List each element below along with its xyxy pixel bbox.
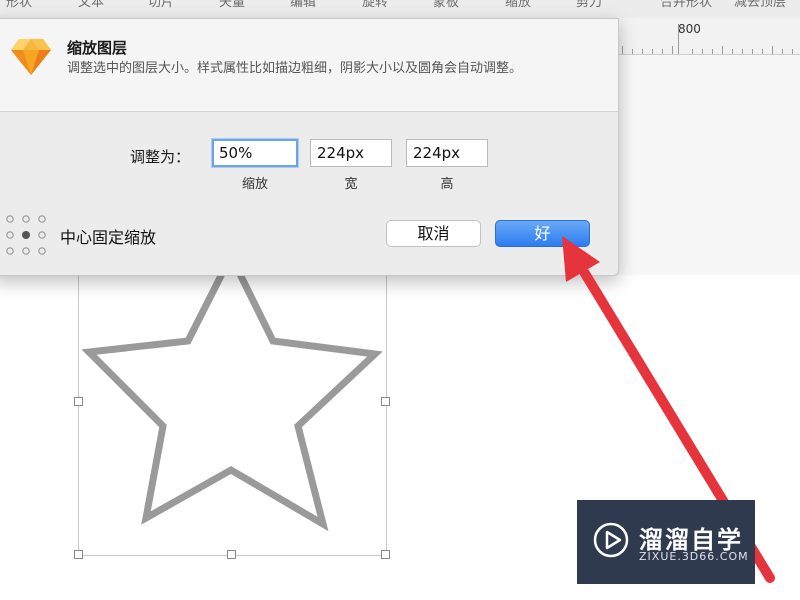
scale-input[interactable]: 50% (212, 139, 298, 167)
height-input[interactable]: 224px (406, 139, 488, 167)
resize-handle-bottom[interactable] (227, 550, 236, 559)
toolbar-item-rotate[interactable]: 旋转 (362, 0, 388, 10)
scale-caption: 缩放 (241, 177, 268, 192)
ok-button[interactable]: 好 (495, 220, 590, 247)
top-toolbar: 形状 文本 切片 矢量 编辑 旋转 蒙板 缩放 剪刀 合并形状 减去顶层 (0, 0, 800, 19)
resize-handle-bottom-left[interactable] (74, 550, 83, 559)
horizontal-ruler (617, 18, 800, 55)
toolbar-item-vector[interactable]: 矢量 (219, 0, 245, 10)
toolbar-item-scale[interactable]: 缩放 (505, 0, 531, 10)
watermark-subtitle: ZIXUE.3D66.COM (639, 550, 749, 563)
width-input[interactable]: 224px (310, 139, 392, 167)
toolbar-item-edit[interactable]: 编辑 (290, 0, 316, 10)
toolbar-item-scissors[interactable]: 剪刀 (576, 0, 602, 10)
watermark: 溜溜自学 ZIXUE.3D66.COM (577, 500, 755, 584)
resize-handle-bottom-right[interactable] (381, 550, 390, 559)
cancel-button[interactable]: 取消 (386, 220, 481, 247)
ruler-label: 800 (678, 22, 701, 36)
toolbar-item-subtract[interactable]: 减去顶层 (734, 0, 786, 10)
scale-layer-dialog: 缩放图层 调整选中的图层大小。样式属性比如描边粗细，阴影大小以及圆角会自动调整。… (0, 18, 619, 276)
center-anchor-label: 中心固定缩放 (60, 228, 157, 247)
star-shape[interactable] (78, 248, 388, 548)
height-caption: 高 (440, 177, 454, 192)
width-caption: 宽 (344, 177, 358, 192)
canvas-area (617, 55, 800, 275)
toolbar-item-mask[interactable]: 蒙板 (433, 0, 459, 10)
dialog-title: 缩放图层 (67, 39, 128, 57)
dialog-header: 缩放图层 调整选中的图层大小。样式属性比如描边粗细，阴影大小以及圆角会自动调整。 (0, 19, 618, 112)
sketch-diamond-icon (11, 39, 51, 75)
toolbar-item-text[interactable]: 文本 (78, 0, 104, 10)
play-logo-icon (593, 522, 629, 558)
anchor-grid-icon[interactable] (5, 214, 47, 256)
toolbar-item-slice[interactable]: 切片 (148, 0, 174, 10)
resize-to-label: 调整为： (130, 148, 191, 166)
dialog-description: 调整选中的图层大小。样式属性比如描边粗细，阴影大小以及圆角会自动调整。 (67, 61, 523, 76)
toolbar-item-union[interactable]: 合并形状 (660, 0, 712, 10)
toolbar-item-shape[interactable]: 形状 (6, 0, 32, 10)
